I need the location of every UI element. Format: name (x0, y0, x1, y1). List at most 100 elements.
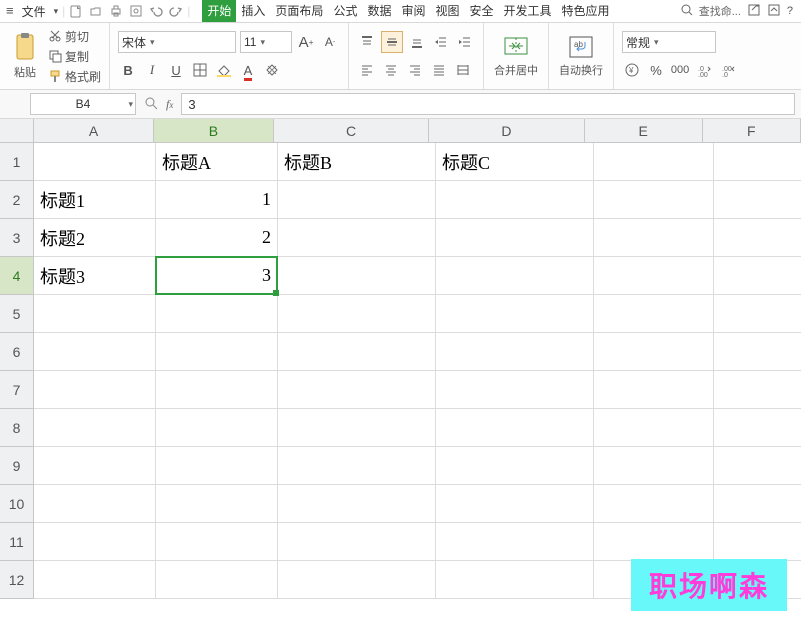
percent-button[interactable]: % (646, 60, 666, 80)
col-header-F[interactable]: F (703, 119, 801, 143)
cell-E11[interactable] (594, 523, 714, 561)
cell-D3[interactable] (436, 219, 594, 257)
number-format-select[interactable]: 常规 ▾ (622, 31, 716, 53)
row-header-11[interactable]: 11 (0, 523, 34, 561)
cell-E4[interactable] (594, 257, 714, 295)
cell-B10[interactable] (156, 485, 278, 523)
col-header-B[interactable]: B (154, 119, 274, 143)
distribute-button[interactable] (453, 60, 473, 80)
cell-F8[interactable] (714, 409, 801, 447)
tab-start[interactable]: 开始 (202, 0, 236, 22)
justify-button[interactable] (429, 60, 449, 80)
row-header-6[interactable]: 6 (0, 333, 34, 371)
increase-decimal-button[interactable]: .0.00 (694, 60, 714, 80)
increase-font-button[interactable]: A+ (296, 32, 316, 52)
tab-view[interactable]: 视图 (430, 0, 464, 22)
cell-D4[interactable] (436, 257, 594, 295)
tab-review[interactable]: 审阅 (396, 0, 430, 22)
row-header-2[interactable]: 2 (0, 181, 34, 219)
cell-D8[interactable] (436, 409, 594, 447)
cell-A4[interactable]: 标题3 (34, 257, 156, 295)
align-top-button[interactable] (357, 32, 377, 52)
fx-icon[interactable]: fx (166, 97, 173, 112)
cell-A12[interactable] (34, 561, 156, 599)
borders-button[interactable] (190, 60, 210, 80)
col-header-C[interactable]: C (274, 119, 429, 143)
cell-D10[interactable] (436, 485, 594, 523)
search-icon[interactable] (681, 4, 693, 19)
file-menu[interactable]: 文件 (18, 3, 50, 20)
col-header-A[interactable]: A (34, 119, 154, 143)
cell-B9[interactable] (156, 447, 278, 485)
format-painter-button[interactable]: 格式刷 (48, 67, 101, 85)
row-header-10[interactable]: 10 (0, 485, 34, 523)
row-header-7[interactable]: 7 (0, 371, 34, 409)
cell-F9[interactable] (714, 447, 801, 485)
cell-C4[interactable] (278, 257, 436, 295)
cell-D6[interactable] (436, 333, 594, 371)
cell-A11[interactable] (34, 523, 156, 561)
cell-D2[interactable] (436, 181, 594, 219)
cell-A8[interactable] (34, 409, 156, 447)
cell-B4[interactable]: 3 (156, 257, 278, 295)
cell-E5[interactable] (594, 295, 714, 333)
tab-devtools[interactable]: 开发工具 (499, 0, 557, 22)
cell-E6[interactable] (594, 333, 714, 371)
underline-button[interactable]: U (166, 60, 186, 80)
align-bottom-button[interactable] (407, 32, 427, 52)
decrease-font-button[interactable]: A- (320, 32, 340, 52)
cell-E2[interactable] (594, 181, 714, 219)
cell-F11[interactable] (714, 523, 801, 561)
tab-layout[interactable]: 页面布局 (270, 0, 328, 22)
qat-undo-icon[interactable] (147, 2, 165, 20)
cell-B7[interactable] (156, 371, 278, 409)
font-color-button[interactable]: A (238, 60, 258, 80)
tab-data[interactable]: 数据 (362, 0, 396, 22)
cell-A10[interactable] (34, 485, 156, 523)
fill-color-button[interactable] (214, 60, 234, 80)
cell-F5[interactable] (714, 295, 801, 333)
share-icon[interactable] (747, 3, 761, 20)
cell-A2[interactable]: 标题1 (34, 181, 156, 219)
decrease-indent-button[interactable] (431, 32, 451, 52)
cell-C8[interactable] (278, 409, 436, 447)
paste-button[interactable]: 粘贴 (8, 32, 42, 80)
cell-E8[interactable] (594, 409, 714, 447)
row-header-8[interactable]: 8 (0, 409, 34, 447)
cell-F10[interactable] (714, 485, 801, 523)
tab-security[interactable]: 安全 (465, 0, 499, 22)
cell-E1[interactable] (594, 143, 714, 181)
zoom-formula-icon[interactable] (144, 96, 158, 113)
qat-preview-icon[interactable] (127, 2, 145, 20)
cell-E3[interactable] (594, 219, 714, 257)
qat-print-icon[interactable] (107, 2, 125, 20)
cell-B12[interactable] (156, 561, 278, 599)
cell-C9[interactable] (278, 447, 436, 485)
row-header-1[interactable]: 1 (0, 143, 34, 181)
comma-button[interactable]: 000 (670, 60, 690, 80)
select-all-corner[interactable] (0, 119, 34, 143)
cell-D1[interactable]: 标题C (436, 143, 594, 181)
copy-button[interactable]: 复制 (48, 47, 101, 65)
cell-D5[interactable] (436, 295, 594, 333)
align-right-button[interactable] (405, 60, 425, 80)
qat-new-icon[interactable] (67, 2, 85, 20)
cell-A3[interactable]: 标题2 (34, 219, 156, 257)
cell-E7[interactable] (594, 371, 714, 409)
cell-F2[interactable] (714, 181, 801, 219)
font-name-select[interactable]: 宋体 ▾ (118, 31, 236, 53)
row-header-3[interactable]: 3 (0, 219, 34, 257)
cell-B8[interactable] (156, 409, 278, 447)
cell-B6[interactable] (156, 333, 278, 371)
cell-C12[interactable] (278, 561, 436, 599)
cell-A6[interactable] (34, 333, 156, 371)
cell-D9[interactable] (436, 447, 594, 485)
cell-C2[interactable] (278, 181, 436, 219)
cell-C10[interactable] (278, 485, 436, 523)
cell-F4[interactable] (714, 257, 801, 295)
italic-button[interactable]: I (142, 60, 162, 80)
tab-formula[interactable]: 公式 (328, 0, 362, 22)
cell-A7[interactable] (34, 371, 156, 409)
cell-D12[interactable] (436, 561, 594, 599)
currency-button[interactable]: ¥ (622, 60, 642, 80)
